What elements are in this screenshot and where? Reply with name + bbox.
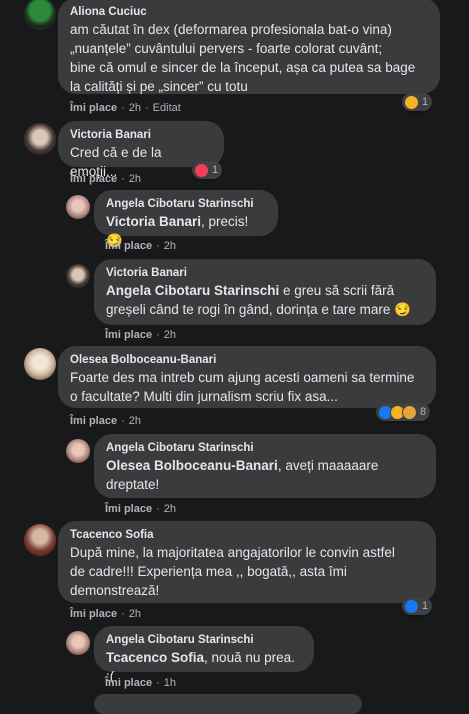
mention-link[interactable]: Angela Cibotaru Starinschi (106, 283, 279, 298)
reaction-summary[interactable]: 1 (402, 93, 433, 111)
comment-text-line: am căutat în dex (deformarea profesional… (70, 22, 392, 37)
avatar[interactable] (66, 264, 90, 288)
like-button[interactable]: Îmi place (105, 677, 152, 689)
love-icon (194, 162, 209, 178)
reaction-count: 1 (212, 164, 219, 176)
avatar[interactable] (66, 631, 90, 655)
avatar[interactable] (24, 524, 56, 556)
comment-bubble: Angela Cibotaru Starinschi Tcacenco Sofi… (94, 626, 314, 684)
like-button[interactable]: Îmi place (70, 102, 117, 114)
timestamp[interactable]: 2h (164, 329, 176, 341)
avatar[interactable] (66, 439, 90, 463)
reaction-summary[interactable]: 1 (192, 161, 223, 179)
comment-text-line: Foarte des ma intreb cum ajung acesti oa… (70, 370, 415, 385)
comment-meta: Îmi place · 1h (105, 677, 176, 689)
comment-text-line: „nuanțele” cuvântului pervers - foarte c… (70, 41, 383, 56)
comment-meta: Îmi place · 2h (70, 173, 141, 185)
comment-text-line: o facultate? Multi din jurnalism scriu f… (70, 389, 338, 404)
comment-author[interactable]: Aliona Cuciuc (70, 6, 428, 18)
comment-meta: Îmi place · 2h (105, 240, 176, 252)
comment-meta: Îmi place · 2h (105, 503, 176, 515)
haha-icon (404, 94, 419, 110)
timestamp[interactable]: 2h (164, 503, 176, 515)
timestamp[interactable]: 2h (164, 240, 176, 252)
comment-bubble: Angela Cibotaru Starinschi Olesea Bolboc… (94, 434, 436, 498)
timestamp[interactable]: 2h (129, 415, 141, 427)
mention-link[interactable]: Olesea Bolboceanu-Banari (106, 458, 278, 473)
comment-meta: Îmi place · 2h (70, 608, 141, 620)
comment-bubble: Olesea Bolboceanu-Banari Foarte des ma i… (58, 346, 436, 408)
avatar[interactable] (66, 195, 90, 219)
comment-author[interactable]: Angela Cibotaru Starinschi (106, 198, 266, 210)
comment-author[interactable]: Victoria Banari (70, 129, 212, 141)
edited-label[interactable]: Editat (153, 102, 181, 114)
comment-text-line: dreptate! (106, 477, 160, 492)
reaction-count: 8 (420, 406, 427, 418)
comment-author[interactable]: Angela Cibotaru Starinschi (106, 634, 302, 646)
comment-text-line: bine că omul e sincer de la început, așa… (70, 60, 416, 75)
like-button[interactable]: Îmi place (70, 608, 117, 620)
avatar[interactable] (24, 0, 56, 30)
reaction-count: 1 (422, 96, 429, 108)
comment-text-line: e greu să scrii fără (279, 283, 395, 298)
comment-author[interactable]: Victoria Banari (106, 267, 424, 279)
comment-bubble: Tcacenco Sofia După mine, la majoritatea… (58, 521, 436, 603)
like-button[interactable]: Îmi place (70, 173, 117, 185)
comment-author[interactable]: Angela Cibotaru Starinschi (106, 442, 424, 454)
timestamp[interactable]: 2h (129, 102, 141, 114)
timestamp[interactable]: 2h (129, 173, 141, 185)
timestamp[interactable]: 1h (164, 677, 176, 689)
comment-author[interactable]: Olesea Bolboceanu-Banari (70, 354, 424, 366)
comment-bubble: Angela Cibotaru Starinschi Victoria Bana… (94, 190, 278, 248)
reaction-count: 1 (422, 600, 429, 612)
comment-meta: Îmi place · 2h (70, 415, 141, 427)
avatar[interactable] (24, 348, 56, 380)
mention-link[interactable]: Tcacenco Sofia (106, 650, 204, 665)
like-icon (404, 598, 419, 614)
sad-icon (402, 404, 417, 420)
comment-text-line: demonstrează! (70, 583, 160, 598)
reaction-summary[interactable]: 1 (402, 597, 433, 615)
comment-text-line: greșeli când te rogi în gând, dorința e … (106, 302, 411, 317)
comment-text-line: la calități și pe „sincer” cu totu (70, 79, 248, 94)
comment-meta: Îmi place · 2h (105, 329, 176, 341)
reaction-summary[interactable]: 8 (376, 403, 431, 421)
comment-bubble (94, 694, 362, 714)
like-button[interactable]: Îmi place (105, 240, 152, 252)
like-button[interactable]: Îmi place (105, 503, 152, 515)
comment-text-line: de cadre!!! Experiența mea ,, bogată,, a… (70, 564, 347, 579)
comment-author[interactable]: Tcacenco Sofia (70, 529, 424, 541)
comment-meta: Îmi place · 2h · Editat (70, 102, 181, 114)
comment-text-line: După mine, la majoritatea angajatorilor … (70, 545, 395, 560)
like-button[interactable]: Îmi place (70, 415, 117, 427)
comment-text-line: , aveți maaaaare (277, 458, 379, 473)
timestamp[interactable]: 2h (129, 608, 141, 620)
comment-bubble: Aliona Cuciuc am căutat în dex (deformar… (58, 0, 440, 94)
comment-bubble: Victoria Banari Angela Cibotaru Starinsc… (94, 259, 436, 325)
like-button[interactable]: Îmi place (105, 329, 152, 341)
avatar[interactable] (24, 123, 56, 155)
mention-link[interactable]: Victoria Banari (106, 214, 201, 229)
